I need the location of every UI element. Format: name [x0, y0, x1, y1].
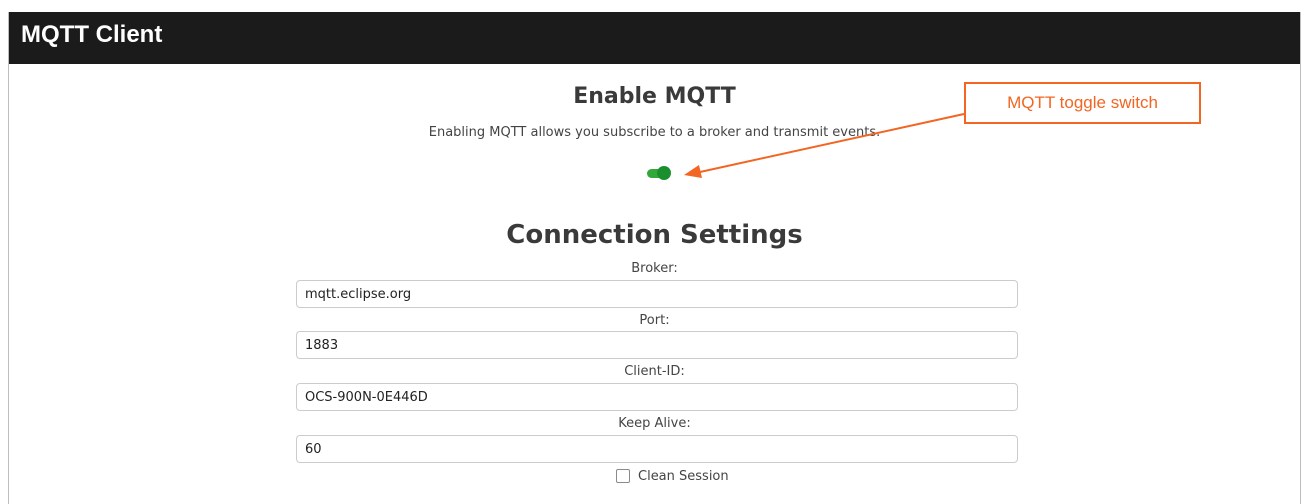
clean-session-option[interactable]: Clean Session: [616, 468, 729, 484]
broker-label: Broker:: [631, 261, 678, 276]
keep-alive-input[interactable]: [296, 435, 1018, 463]
port-label: Port:: [639, 313, 670, 328]
client-id-input[interactable]: [296, 383, 1018, 411]
broker-input[interactable]: [296, 280, 1018, 308]
port-input[interactable]: [296, 331, 1018, 359]
clean-session-checkbox[interactable]: [616, 469, 630, 483]
page-title: MQTT Client: [21, 21, 163, 48]
enable-mqtt-description: Enabling MQTT allows you subscribe to a …: [428, 125, 881, 140]
clean-session-label: Clean Session: [638, 468, 729, 484]
keep-alive-label: Keep Alive:: [618, 416, 691, 431]
connection-settings-heading: Connection Settings: [506, 220, 803, 250]
mqtt-toggle-switch[interactable]: [647, 166, 671, 180]
toggle-knob: [657, 166, 671, 180]
client-id-label: Client-ID:: [624, 364, 685, 379]
toggle-callout: MQTT toggle switch: [964, 82, 1201, 124]
title-bar: MQTT Client: [9, 12, 1300, 64]
